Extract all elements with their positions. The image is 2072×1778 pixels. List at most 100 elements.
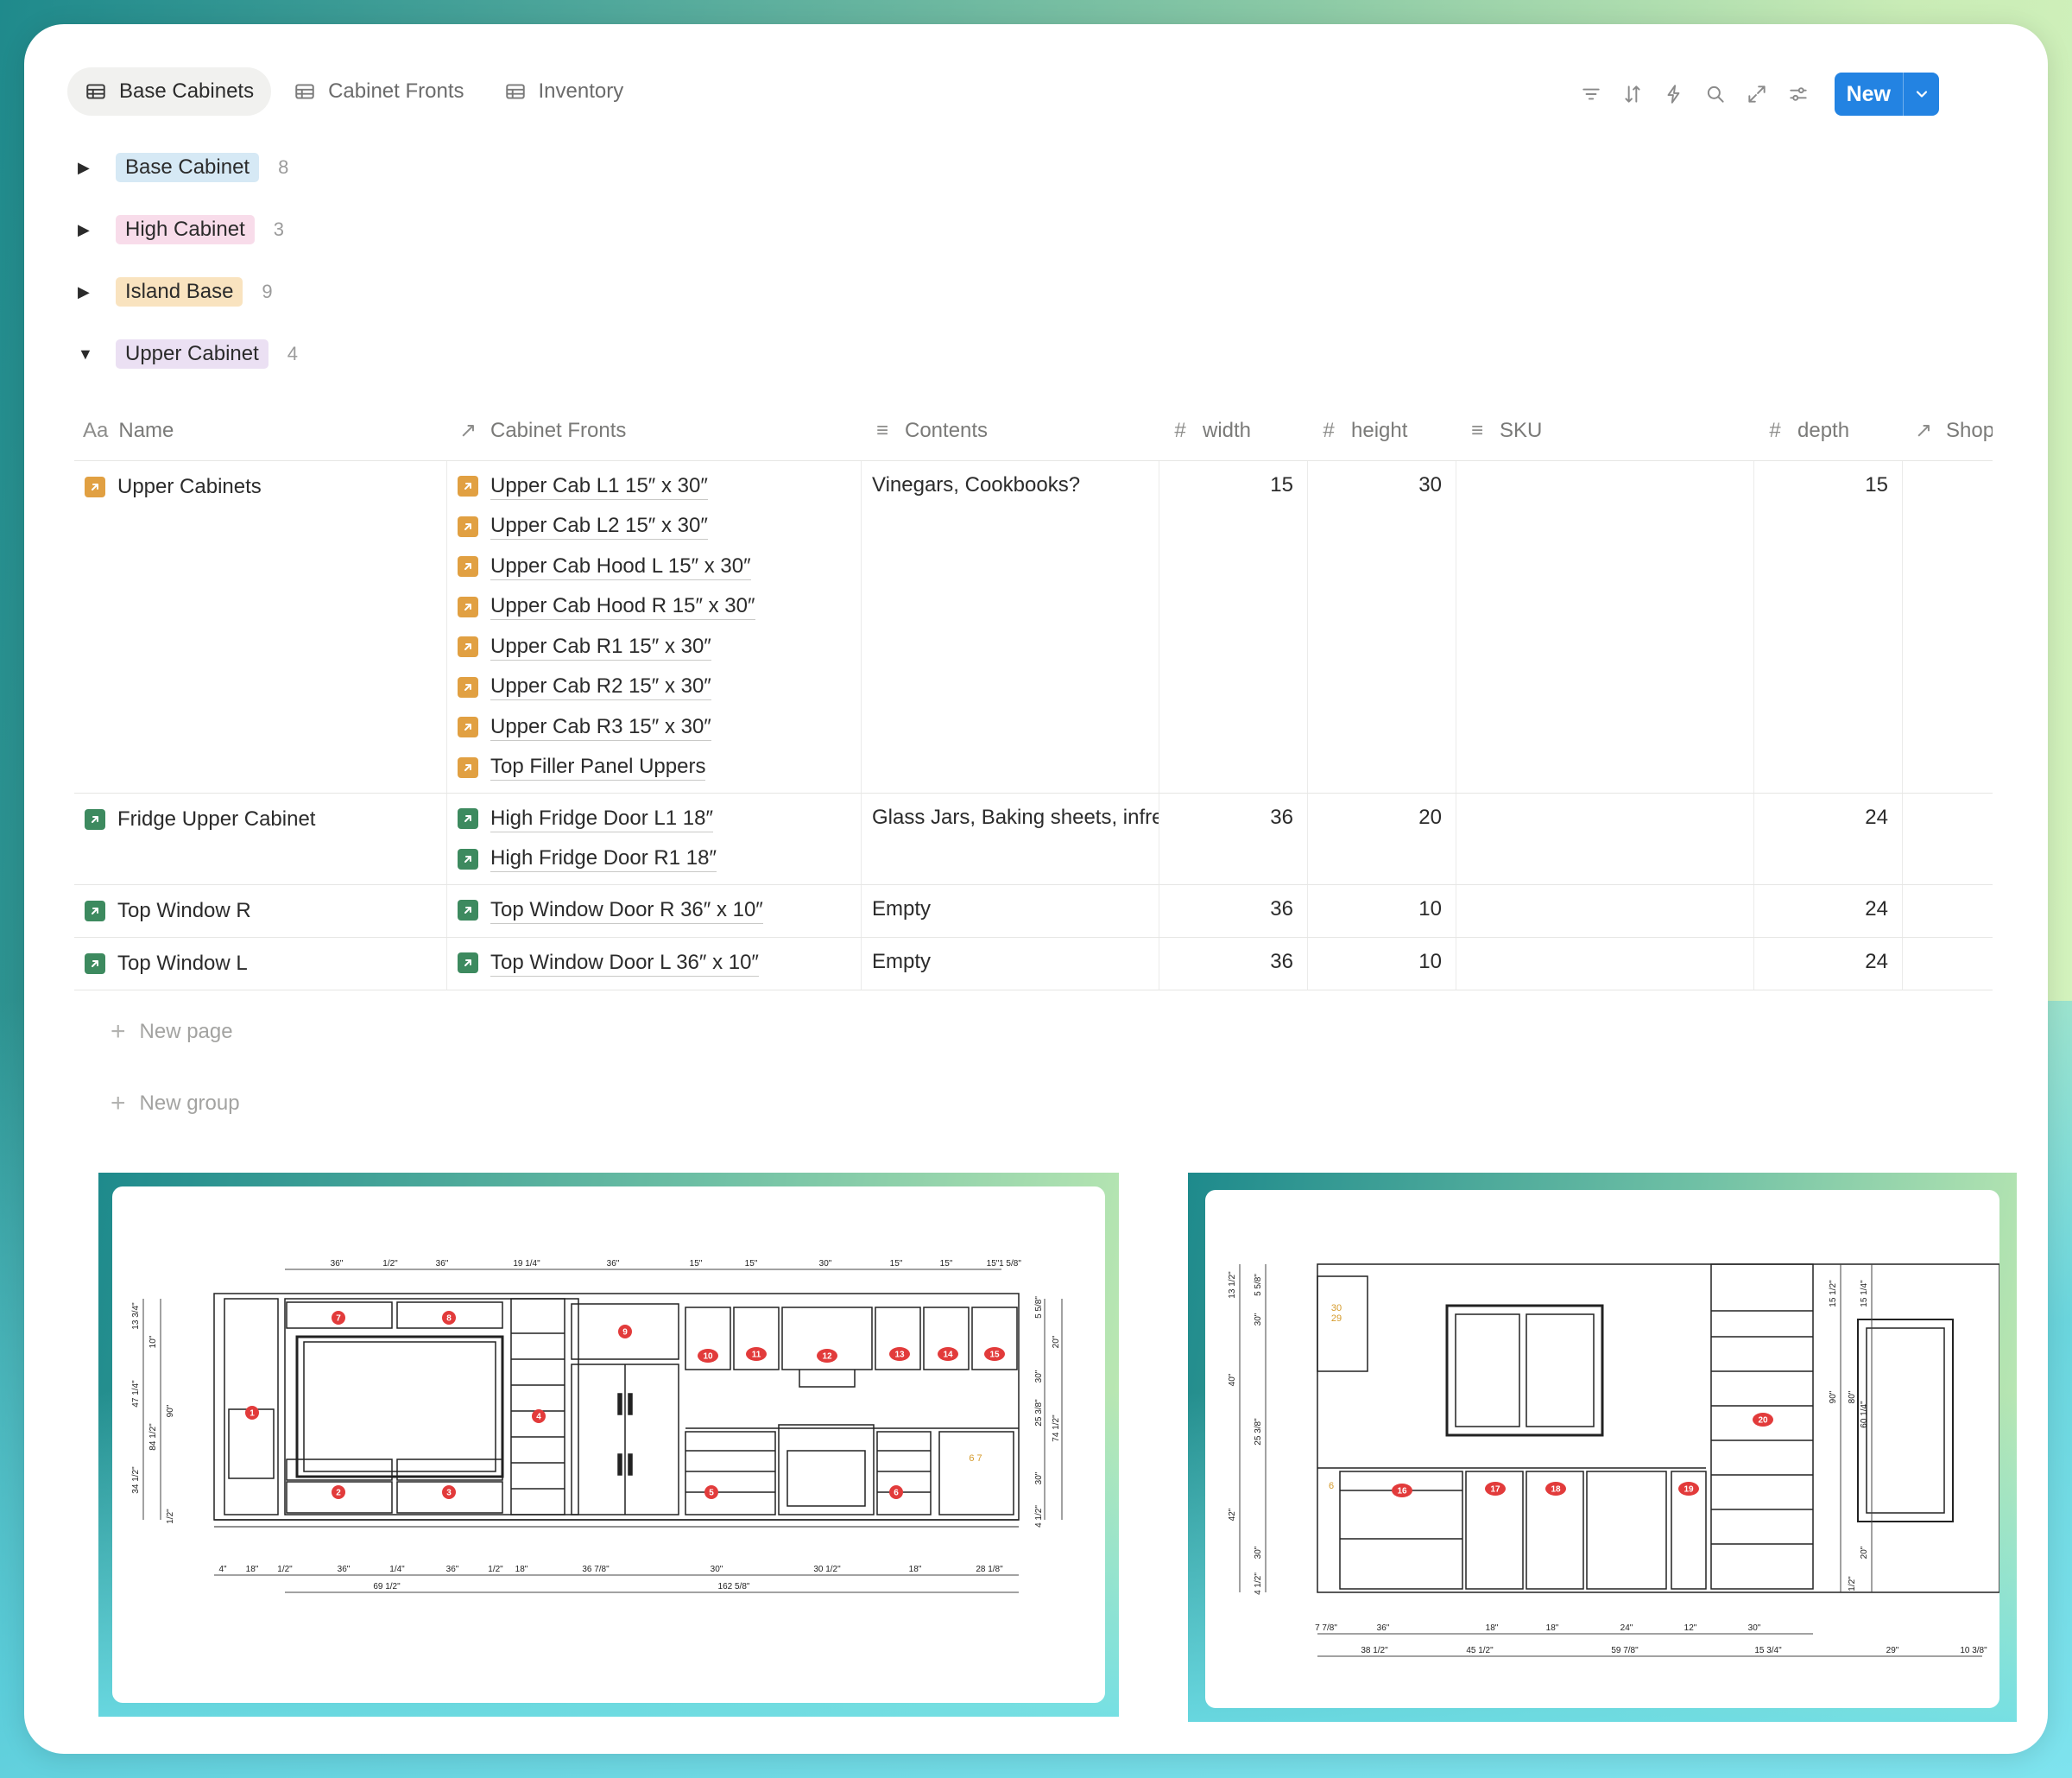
table-row[interactable]: Upper Cabinets Upper Cab L1 15″ x 30″ Uppe… (74, 461, 1993, 794)
cabinet-front-link[interactable]: Top Window Door L 36″ x 10″ (458, 943, 850, 984)
sku-cell[interactable] (1456, 461, 1754, 793)
name-cell[interactable]: Top Window L (74, 938, 447, 990)
page-icon (85, 809, 105, 830)
cabinet-front-link[interactable]: Upper Cab R3 15″ x 30″ (458, 707, 850, 748)
cabinet-front-link[interactable]: High Fridge Door R1 18″ (458, 839, 850, 880)
height-cell[interactable]: 10 (1308, 885, 1456, 937)
cabinet-front-label: High Fridge Door R1 18″ (490, 845, 717, 873)
height-cell[interactable]: 30 (1308, 461, 1456, 793)
collapsed-triangle-icon[interactable]: ▶ (78, 221, 97, 239)
group-count: 4 (287, 343, 299, 364)
new-dropdown-toggle[interactable] (1903, 73, 1939, 116)
cabinet-fronts-cell[interactable]: Top Window Door R 36″ x 10″ (447, 885, 862, 937)
table-row[interactable]: Fridge Upper Cabinet High Fridge Door L1 … (74, 794, 1993, 885)
dimension-label: 36" (446, 1565, 459, 1574)
page-link-icon (458, 676, 478, 698)
height-value: 20 (1418, 806, 1442, 829)
sort-icon (1625, 85, 1640, 103)
sort-button[interactable] (1612, 73, 1653, 115)
tab-base-cabinets[interactable]: Base Cabinets (67, 67, 272, 116)
group-high-cabinet[interactable]: ▶ High Cabinet 3 (78, 212, 284, 247)
table-body: Upper Cabinets Upper Cab L1 15″ x 30″ Uppe… (74, 461, 1993, 990)
sku-cell[interactable] (1456, 938, 1754, 990)
shop-cell[interactable] (1903, 938, 1993, 990)
automation-button[interactable] (1653, 73, 1695, 115)
cabinet-front-link[interactable]: Upper Cab L1 15″ x 30″ (458, 466, 850, 507)
dimension-label: 1/2" (1848, 1576, 1857, 1591)
shop-cell[interactable] (1903, 885, 1993, 937)
contents-cell[interactable]: Glass Jars, Baking sheets, infrequent (862, 794, 1159, 884)
collapsed-triangle-icon[interactable]: ▶ (78, 283, 97, 301)
cabinet-front-link[interactable]: High Fridge Door L1 18″ (458, 799, 850, 839)
cabinet-front-link[interactable]: Top Filler Panel Uppers (458, 748, 850, 788)
table-row[interactable]: Top Window R Top Window Door R 36″ x 10″ E… (74, 885, 1993, 938)
marker-number: 7 (336, 1314, 341, 1324)
cabinet-front-link[interactable]: Upper Cab L2 15″ x 30″ (458, 507, 850, 547)
width-cell[interactable]: 36 (1159, 885, 1308, 937)
cabinet-front-link[interactable]: Top Window Door R 36″ x 10″ (458, 890, 850, 931)
cabinet-marker: 5 (704, 1485, 718, 1499)
expanded-triangle-icon[interactable]: ▼ (78, 345, 97, 364)
collapsed-triangle-icon[interactable]: ▶ (78, 159, 97, 177)
new-group-button[interactable]: + New group (111, 1089, 240, 1118)
height-cell[interactable]: 20 (1308, 794, 1456, 884)
column-label: Contents (905, 418, 989, 442)
cabinet-front-link[interactable]: Upper Cab Hood R 15″ x 30″ (458, 587, 850, 628)
shop-cell[interactable] (1903, 794, 1993, 884)
width-cell[interactable]: 36 (1159, 794, 1308, 884)
column-header-name[interactable]: Aa Name (74, 401, 447, 460)
cabinet-fronts-cell[interactable]: Top Window Door L 36″ x 10″ (447, 938, 862, 990)
marker-number: 10 (703, 1352, 713, 1362)
column-header-shop[interactable]: ↗ Shop (1903, 401, 1993, 460)
contents-cell[interactable]: Empty (862, 938, 1159, 990)
dimension-label: 13 3/4" (131, 1302, 141, 1330)
view-settings-button[interactable] (1778, 73, 1819, 115)
name-cell[interactable]: Upper Cabinets (74, 461, 447, 793)
width-cell[interactable]: 15 (1159, 461, 1308, 793)
height-cell[interactable]: 10 (1308, 938, 1456, 990)
page-link-icon (458, 717, 478, 738)
contents-cell[interactable]: Empty (862, 885, 1159, 937)
depth-cell[interactable]: 24 (1754, 885, 1903, 937)
name-cell[interactable]: Fridge Upper Cabinet (74, 794, 447, 884)
group-island-base[interactable]: ▶ Island Base 9 (78, 275, 273, 309)
group-count: 3 (273, 218, 284, 240)
table-row[interactable]: Top Window L Top Window Door L 36″ x 10″ E… (74, 938, 1993, 990)
cabinet-front-link[interactable]: Upper Cab R1 15″ x 30″ (458, 627, 850, 668)
kitchen-elevation-image-left: 36" 1/2" 36" 19 1/4" 36" 15" 15" 30" 15" 15" 15" 1 … (98, 1173, 1119, 1717)
marker-number: 12 (822, 1352, 832, 1362)
depth-cell[interactable]: 15 (1754, 461, 1903, 793)
new-page-button[interactable]: + New page (111, 1017, 233, 1047)
column-header-depth[interactable]: # depth (1754, 401, 1903, 460)
database-view-card: Base Cabinets Cabinet Fronts Inventory N… (24, 24, 2048, 1754)
expand-button[interactable] (1736, 73, 1778, 115)
search-button[interactable] (1695, 73, 1736, 115)
column-header-width[interactable]: # width (1159, 401, 1308, 460)
tab-inventory[interactable]: Inventory (487, 67, 641, 116)
cabinet-fronts-cell[interactable]: High Fridge Door L1 18″ High Fridge Door … (447, 794, 862, 884)
depth-cell[interactable]: 24 (1754, 938, 1903, 990)
group-base-cabinet[interactable]: ▶ Base Cabinet 8 (78, 150, 288, 185)
cabinet-front-link[interactable]: Upper Cab Hood L 15″ x 30″ (458, 547, 850, 587)
width-cell[interactable]: 36 (1159, 938, 1308, 990)
shop-cell[interactable] (1903, 461, 1993, 793)
new-button[interactable]: New (1834, 73, 1939, 116)
filter-button[interactable] (1570, 73, 1612, 115)
name-cell[interactable]: Top Window R (74, 885, 447, 937)
group-upper-cabinet[interactable]: ▼ Upper Cabinet 4 (78, 337, 298, 371)
dimension-label: 36" (607, 1259, 620, 1269)
column-header-contents[interactable]: ≡ Contents (862, 401, 1159, 460)
column-label: Cabinet Fronts (490, 418, 627, 442)
sku-cell[interactable] (1456, 794, 1754, 884)
cabinet-front-link[interactable]: Upper Cab R2 15″ x 30″ (458, 668, 850, 708)
row-title: Top Window R (117, 899, 251, 922)
column-header-sku[interactable]: ≡ SKU (1456, 401, 1754, 460)
group-label: High Cabinet (116, 215, 255, 244)
sku-cell[interactable] (1456, 885, 1754, 937)
tab-cabinet-fronts[interactable]: Cabinet Fronts (276, 67, 481, 116)
depth-cell[interactable]: 24 (1754, 794, 1903, 884)
cabinet-fronts-cell[interactable]: Upper Cab L1 15″ x 30″ Upper Cab L2 15″ x… (447, 461, 862, 793)
column-header-height[interactable]: # height (1308, 401, 1456, 460)
contents-cell[interactable]: Vinegars, Cookbooks? (862, 461, 1159, 793)
column-header-cabinet-fronts[interactable]: ↗ Cabinet Fronts (447, 401, 862, 460)
